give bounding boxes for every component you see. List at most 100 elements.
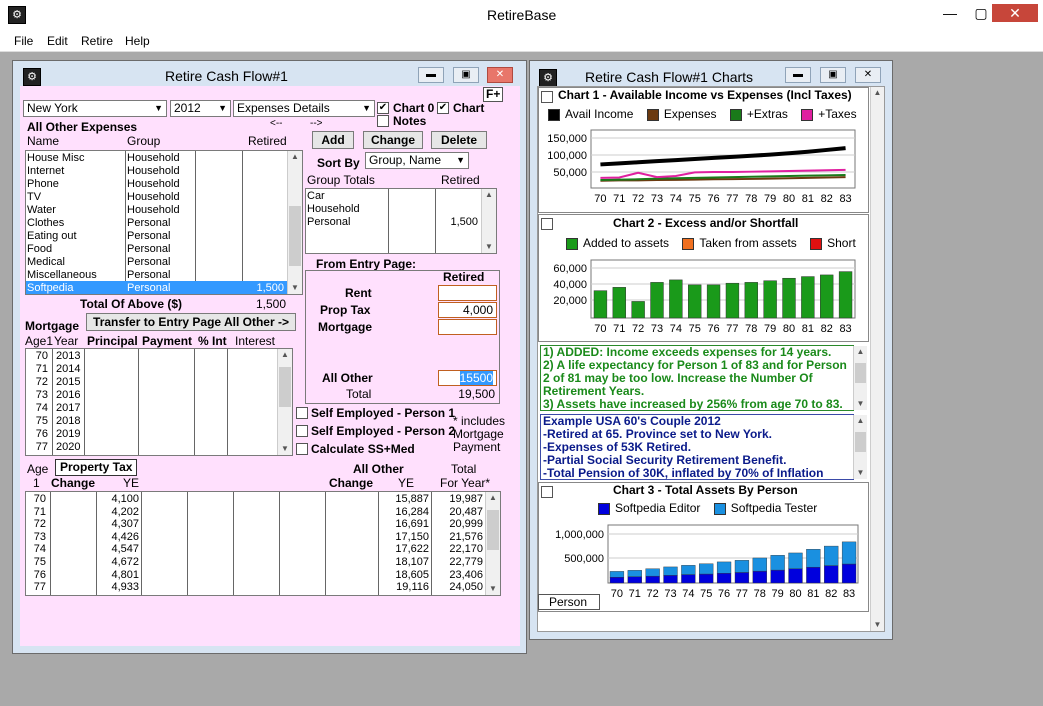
expense-name[interactable]: Water [27, 204, 56, 217]
scroll-up-icon[interactable]: ▲ [871, 87, 884, 99]
bar [631, 301, 645, 319]
charts-scrollbar[interactable]: ▲ ▼ [870, 87, 884, 631]
expense-group[interactable]: Personal [127, 269, 170, 282]
chart1-checkbox[interactable] [541, 91, 553, 103]
expense-name[interactable]: Eating out [27, 230, 77, 243]
app-icon[interactable]: ⚙ [8, 6, 26, 24]
delete-button[interactable]: Delete [431, 131, 487, 149]
close-icon[interactable]: ✕ [487, 67, 513, 83]
expense-group[interactable]: Personal [127, 282, 170, 295]
expense-group[interactable]: Personal [127, 217, 170, 230]
menu-retire[interactable]: Retire [81, 34, 113, 48]
mortgage-scrollbar[interactable]: ▲ ▼ [277, 349, 292, 455]
mortgage-field[interactable] [438, 319, 497, 335]
total-for-year: 24,050 [449, 581, 483, 594]
close-icon[interactable]: ✕ [855, 67, 881, 83]
tax-table-scrollbar[interactable]: ▲ ▼ [485, 492, 500, 595]
menu-edit[interactable]: Edit [47, 34, 68, 48]
expense-name[interactable]: TV [27, 191, 41, 204]
scroll-down-icon[interactable]: ▼ [482, 241, 496, 253]
expense-name[interactable]: Softpedia [27, 282, 73, 295]
prev-arrow[interactable]: <-- [270, 117, 283, 130]
sort-select[interactable]: Group, Name ▼ [365, 152, 469, 169]
minimize-icon[interactable]: ▬ [785, 67, 811, 83]
chart3-checkbox[interactable] [541, 486, 553, 498]
property-tax-tab[interactable]: Property Tax [55, 459, 138, 476]
menu-file[interactable]: File [14, 34, 33, 48]
expense-name[interactable]: Clothes [27, 217, 64, 230]
maximize-icon[interactable]: ▣ [820, 67, 846, 83]
expense-retired[interactable]: 1,500 [244, 282, 284, 295]
scroll-up-icon[interactable]: ▲ [288, 151, 302, 163]
state-select[interactable]: New York ▼ [23, 100, 167, 117]
bar [612, 287, 626, 319]
tax-age: 75 [33, 556, 46, 568]
expense-group[interactable]: Personal [127, 243, 170, 256]
chart2-checkbox[interactable] [541, 218, 553, 230]
expense-group[interactable]: Household [127, 191, 180, 204]
legend-swatch [682, 237, 695, 250]
scroll-up-icon[interactable]: ▲ [854, 346, 867, 358]
chart0-checkbox[interactable]: ✔ [377, 102, 389, 114]
scroll-up-icon[interactable]: ▲ [278, 349, 292, 361]
expense-name[interactable]: Internet [27, 165, 64, 178]
expense-name[interactable]: Food [27, 243, 52, 256]
transfer-button[interactable]: Transfer to Entry Page All Other -> [86, 313, 296, 331]
expense-group[interactable]: Household [127, 178, 180, 191]
year-select[interactable]: 2012 ▼ [170, 100, 231, 117]
all-other-field[interactable]: 15500 [438, 370, 497, 386]
expense-group[interactable]: Personal [127, 256, 170, 269]
minimize-icon[interactable]: — [935, 4, 965, 22]
scroll-up-icon[interactable]: ▲ [486, 492, 500, 504]
add-button[interactable]: Add [312, 131, 354, 149]
window-icon[interactable]: ⚙ [539, 69, 557, 87]
expense-group[interactable]: Personal [127, 230, 170, 243]
view-select[interactable]: Expenses Details ▼ [233, 100, 375, 117]
f-plus-button[interactable]: F+ [483, 87, 504, 102]
notes-scrollbar[interactable]: ▲ ▼ [853, 415, 867, 479]
messages-scrollbar[interactable]: ▲ ▼ [853, 346, 867, 410]
scroll-down-icon[interactable]: ▼ [278, 443, 292, 455]
scroll-thumb[interactable] [487, 510, 499, 550]
menu-help[interactable]: Help [125, 34, 150, 48]
expense-name[interactable]: Phone [27, 178, 59, 191]
scroll-thumb[interactable] [855, 432, 866, 452]
expense-name[interactable]: House Misc [27, 152, 84, 165]
expense-group[interactable]: Household [127, 152, 180, 165]
scroll-up-icon[interactable]: ▲ [854, 415, 867, 427]
close-icon[interactable]: ✕ [992, 4, 1038, 22]
scroll-down-icon[interactable]: ▼ [288, 282, 302, 294]
group-scrollbar[interactable]: ▲ ▼ [481, 189, 496, 253]
notes-checkbox[interactable] [377, 115, 389, 127]
scroll-down-icon[interactable]: ▼ [854, 398, 867, 410]
rent-field[interactable] [438, 285, 497, 301]
minimize-icon[interactable]: ▬ [418, 67, 444, 83]
scroll-thumb[interactable] [855, 363, 866, 383]
expense-group[interactable]: Household [127, 165, 180, 178]
person-tab[interactable]: Person [538, 594, 600, 610]
expense-name[interactable]: Miscellaneous [27, 269, 97, 282]
bar [699, 563, 714, 575]
calc-ss-checkbox[interactable] [296, 443, 308, 455]
next-arrow[interactable]: --> [310, 117, 323, 130]
change-button[interactable]: Change [363, 131, 423, 149]
scroll-down-icon[interactable]: ▼ [871, 619, 884, 631]
maximize-icon[interactable]: ▣ [453, 67, 479, 83]
self-employed-1-checkbox[interactable] [296, 407, 308, 419]
window-icon[interactable]: ⚙ [23, 68, 41, 86]
scroll-up-icon[interactable]: ▲ [482, 189, 496, 201]
chart-label: Chart [453, 101, 485, 115]
scroll-down-icon[interactable]: ▼ [486, 583, 500, 595]
scroll-down-icon[interactable]: ▼ [854, 467, 867, 479]
expenses-scrollbar[interactable]: ▲ ▼ [287, 151, 302, 294]
expense-group[interactable]: Household [127, 204, 180, 217]
tax-ye: 4,933 [111, 581, 139, 594]
scroll-thumb[interactable] [289, 206, 301, 266]
chart-checkbox[interactable]: ✔ [437, 102, 449, 114]
y-tick-label: 150,000 [547, 133, 587, 145]
self-employed-2-checkbox[interactable] [296, 425, 308, 437]
prop-tax-field[interactable]: 4,000 [438, 302, 497, 318]
bar [663, 575, 678, 584]
scroll-thumb[interactable] [279, 367, 291, 407]
expense-name[interactable]: Medical [27, 256, 65, 269]
